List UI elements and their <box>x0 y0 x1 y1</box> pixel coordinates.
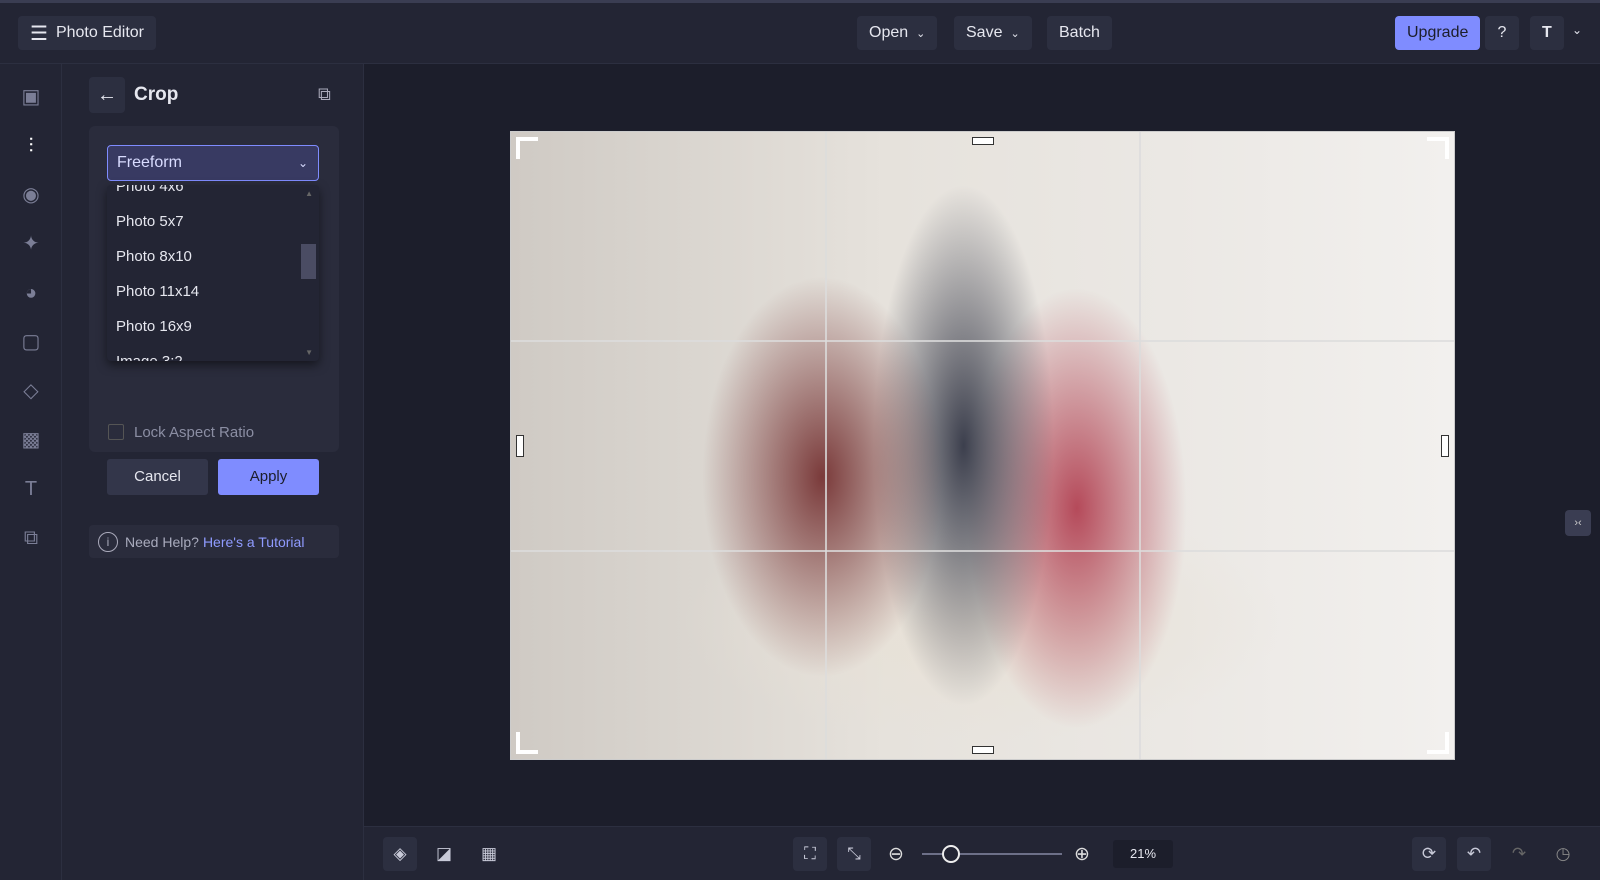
preset-option[interactable]: Image 3:2 <box>107 344 319 361</box>
crop-handle-bottom-right[interactable] <box>1427 732 1449 754</box>
crop-handle-top[interactable] <box>972 137 994 145</box>
app-title: Photo Editor <box>55 24 144 41</box>
side-panel-toggle[interactable]: ›‹ <box>1565 510 1591 536</box>
grid-icon[interactable]: ▦ <box>472 837 506 871</box>
crop-handle-bottom[interactable] <box>972 746 994 754</box>
adjust-sliders-icon[interactable]: ⫶ <box>18 133 44 159</box>
upgrade-button[interactable]: Upgrade <box>1395 16 1481 50</box>
eye-icon[interactable]: ◉ <box>18 182 44 208</box>
scroll-up-icon[interactable]: ▲ <box>305 189 313 198</box>
preset-select[interactable]: Freeform ⌄ <box>107 145 319 181</box>
open-button[interactable]: Open ⌄ <box>857 16 938 50</box>
history-icon[interactable]: ◷ <box>1546 837 1580 871</box>
crop-handle-top-right[interactable] <box>1427 137 1449 159</box>
zoom-out-icon[interactable]: ⊖ <box>888 843 904 866</box>
help-icon: ? <box>1497 24 1507 41</box>
user-menu[interactable]: T <box>1530 16 1564 50</box>
upgrade-label: Upgrade <box>1407 24 1469 41</box>
batch-button[interactable]: Batch <box>1047 16 1112 50</box>
layers-icon[interactable]: ◈ <box>383 837 417 871</box>
preset-option[interactable]: Photo 5x7 <box>107 204 319 239</box>
crop-panel: ← Crop ⧉ Freeform ⌄ Lock Aspect Ratio Ph… <box>62 64 364 880</box>
shapes-icon[interactable]: ◇ <box>18 378 44 404</box>
reset-icon[interactable]: ⟳ <box>1412 837 1446 871</box>
grid-line <box>825 132 827 759</box>
open-label: Open <box>869 24 909 41</box>
presets-icon[interactable]: ⧉ <box>318 84 331 105</box>
crop-handle-bottom-left[interactable] <box>516 732 538 754</box>
lock-aspect-label: Lock Aspect Ratio <box>134 424 255 441</box>
grid-line <box>1139 132 1141 759</box>
crop-handle-left[interactable] <box>516 435 524 457</box>
scroll-down-icon[interactable]: ▼ <box>305 348 313 357</box>
frame-icon[interactable]: ▢ <box>18 329 44 355</box>
zoom-slider-thumb[interactable] <box>942 845 961 863</box>
help-row: i Need Help? Here's a Tutorial <box>89 525 339 558</box>
preset-option[interactable]: Photo 11x14 <box>107 274 319 309</box>
zoom-in-icon[interactable]: ⊕ <box>1074 843 1090 866</box>
chevron-down-icon: ⌄ <box>916 27 926 40</box>
preset-option[interactable]: Photo 4x6 <box>107 185 319 204</box>
help-text: Need Help? <box>125 533 199 550</box>
undo-icon[interactable]: ↶ <box>1457 837 1491 871</box>
avatar: T <box>1542 24 1552 41</box>
menu-button[interactable]: ☰ Photo Editor <box>18 16 156 50</box>
back-button[interactable]: ← <box>89 77 125 113</box>
tool-rail: ▣ ⫶ ◉ ✦ ◕ ▢ ◇ ▩ T ⧉ <box>0 64 62 880</box>
save-label: Save <box>966 24 1003 41</box>
zoom-slider[interactable] <box>922 845 1062 863</box>
apply-button[interactable]: Apply <box>218 459 319 495</box>
chevron-down-icon: ⌄ <box>297 156 308 170</box>
top-bar: ☰ Photo Editor Open ⌄ Save ⌄ Batch Upgrade… <box>0 0 1600 64</box>
redo-icon[interactable]: ↷ <box>1502 837 1536 871</box>
preset-option[interactable]: Photo 16x9 <box>107 309 319 344</box>
save-button[interactable]: Save ⌄ <box>954 16 1032 50</box>
compare-icon[interactable]: ◪ <box>427 837 461 871</box>
help-button[interactable]: ? <box>1485 16 1519 50</box>
preset-option[interactable]: Photo 8x10 <box>107 239 319 274</box>
overlay-icon[interactable]: ⧉ <box>18 525 44 551</box>
panel-title: Crop <box>134 84 179 105</box>
crop-handle-top-left[interactable] <box>516 137 538 159</box>
chevron-down-icon: ⌄ <box>1010 27 1020 40</box>
image-icon[interactable]: ▣ <box>18 84 44 110</box>
grid-line <box>511 340 1454 342</box>
sparkle-icon[interactable]: ✦ <box>18 231 44 257</box>
fit-screen-icon[interactable]: ⛶ <box>793 837 827 871</box>
photo-crop-area[interactable] <box>510 131 1455 760</box>
palette-icon[interactable]: ◕ <box>18 280 44 306</box>
batch-label: Batch <box>1059 24 1100 41</box>
hamburger-icon: ☰ <box>30 22 48 45</box>
cancel-button[interactable]: Cancel <box>107 459 208 495</box>
crop-handle-right[interactable] <box>1441 435 1449 457</box>
chevron-down-icon[interactable]: ⌄ <box>1572 23 1582 37</box>
preset-selected-value: Freeform <box>117 154 182 171</box>
info-icon: i <box>98 531 118 552</box>
texture-icon[interactable]: ▩ <box>18 427 44 453</box>
shrink-icon[interactable]: ⤡ <box>837 837 871 871</box>
tutorial-link[interactable]: Here's a Tutorial <box>203 534 305 550</box>
preset-dropdown-list: Photo 4x6 Photo 5x7 Photo 8x10 Photo 11x14 P… <box>107 185 319 361</box>
grid-line <box>511 550 1454 552</box>
lock-aspect-checkbox[interactable] <box>108 424 124 440</box>
text-icon[interactable]: T <box>18 476 44 502</box>
bottom-bar: ◈ ◪ ▦ ⛶ ⤡ ⊖ ⊕ 21% ⟳ ↶ ↷ ◷ <box>364 826 1600 880</box>
dropdown-scrollbar-thumb[interactable] <box>301 244 316 279</box>
zoom-value[interactable]: 21% <box>1113 840 1173 868</box>
